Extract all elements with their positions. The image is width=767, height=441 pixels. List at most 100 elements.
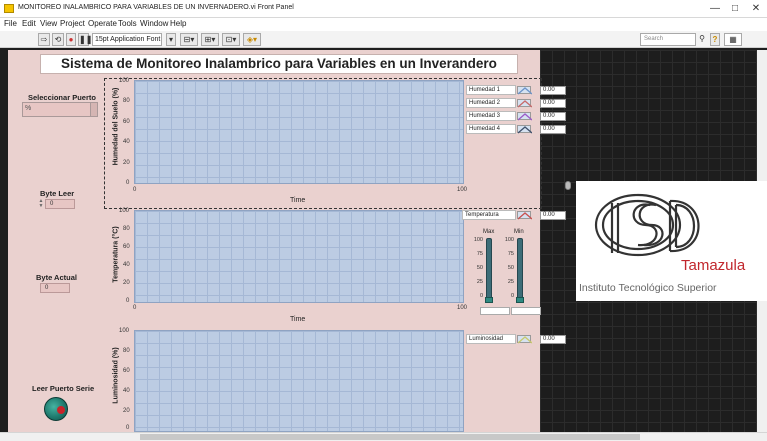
close-button[interactable]: ✕: [746, 2, 766, 16]
labview-front-panel-window: MONITOREO INALAMBRICO PARA VARIABLES DE …: [0, 0, 767, 441]
thermo-min-label: Min: [514, 229, 524, 235]
tick-label: 100: [457, 187, 468, 193]
splitter-knob[interactable]: [565, 181, 571, 190]
menu-bar: File Edit View Project Operate Tools Win…: [0, 18, 767, 31]
search-icon[interactable]: ⚲: [697, 33, 707, 46]
legend-line-icon[interactable]: [517, 86, 532, 95]
tick-label: 100: [119, 208, 130, 214]
leer-puerto-button[interactable]: [44, 397, 68, 421]
legend-humedad-3: Humedad 3: [466, 111, 516, 121]
run-continuously-icon[interactable]: ⟲: [52, 33, 64, 46]
menu-tools[interactable]: Tools: [118, 19, 137, 28]
institution-logo: Tamazula Instituto Tecnológico Superior: [576, 181, 767, 301]
tick-label: 40: [123, 262, 130, 268]
tick-label: 40: [123, 388, 130, 394]
menu-view[interactable]: View: [40, 19, 57, 28]
legend-line-icon[interactable]: [517, 211, 532, 220]
menu-edit[interactable]: Edit: [22, 19, 36, 28]
tick-label: 80: [123, 226, 130, 232]
byte-actual-label: Byte Actual: [36, 273, 77, 282]
thermo-tick: 100: [504, 237, 514, 243]
legend-humedad-2: Humedad 2: [466, 98, 516, 108]
font-selector[interactable]: 15pt Application Font: [92, 33, 162, 46]
logo-name: Tamazula: [681, 257, 746, 274]
legend-line-icon[interactable]: [517, 125, 532, 134]
temperatura-plot-area[interactable]: [134, 210, 464, 303]
thermo-max-label: Max: [483, 229, 495, 235]
toolbar: ⇨ ⟲ ● ❚❚ 15pt Application Font ▾ ⊟▾ ⊞▾ ⊡…: [0, 31, 767, 48]
serial-port-selector[interactable]: %: [22, 102, 98, 117]
temperatura-value: 0.00: [540, 211, 566, 220]
reorder-icon[interactable]: ◈▾: [243, 33, 261, 46]
horizontal-scrollbar[interactable]: [0, 432, 767, 441]
tick-label: 0: [133, 187, 137, 193]
tick-label: 20: [123, 408, 130, 414]
abort-icon[interactable]: ●: [66, 33, 76, 46]
menu-project[interactable]: Project: [60, 19, 85, 28]
port-browse-button[interactable]: [90, 103, 97, 116]
run-arrow-icon[interactable]: ⇨: [38, 33, 50, 46]
tick-label: 80: [123, 348, 130, 354]
humedad-3-value: 0.00: [540, 112, 566, 121]
align-objects-icon[interactable]: ⊟▾: [180, 33, 198, 46]
byte-leer-label: Byte Leer: [40, 189, 75, 198]
thermo-min-display: [511, 307, 541, 315]
menu-operate[interactable]: Operate: [88, 19, 117, 28]
tick-label: 40: [123, 139, 130, 145]
labview-app-icon: [4, 4, 14, 13]
temperatura-y-axis-label: Temperatura (°C): [112, 226, 120, 283]
humedad-1-value: 0.00: [540, 86, 566, 95]
port-label: Seleccionar Puerto: [28, 93, 96, 102]
luminosidad-value: 0.00: [540, 335, 566, 344]
thermo-max-tube: [486, 238, 492, 300]
luminosidad-plot-area[interactable]: [134, 330, 464, 432]
menu-window[interactable]: Window: [140, 19, 168, 28]
menu-file[interactable]: File: [4, 19, 17, 28]
tick-label: 60: [123, 244, 130, 250]
byte-leer-input[interactable]: 0: [45, 199, 75, 209]
thermo-tick: 0: [479, 293, 483, 299]
byte-leer-spinner[interactable]: ▲ ▼: [38, 199, 44, 209]
font-dropdown-arrow-icon[interactable]: ▾: [166, 33, 176, 46]
tick-label: 0: [126, 425, 130, 431]
tick-label: 20: [123, 280, 130, 286]
port-glyph: %: [25, 105, 32, 112]
humedad-plot-area[interactable]: [134, 80, 464, 184]
led-dot: [57, 406, 65, 414]
thermo-tick: 50: [476, 265, 483, 271]
title-bar: MONITOREO INALAMBRICO PARA VARIABLES DE …: [0, 0, 767, 18]
search-input[interactable]: Search: [640, 33, 696, 46]
humedad-x-axis-label: Time: [290, 197, 306, 204]
luminosidad-y-axis-label: Luminosidad (%): [112, 347, 120, 404]
tick-label: 60: [123, 119, 130, 125]
menu-help[interactable]: Help: [170, 19, 186, 28]
scrollbar-thumb[interactable]: [140, 434, 640, 440]
thermo-max-bulb: [485, 297, 493, 303]
tick-label: 100: [457, 305, 468, 311]
legend-line-icon[interactable]: [517, 99, 532, 108]
legend-line-icon[interactable]: [517, 112, 532, 121]
legend-humedad-1: Humedad 1: [466, 85, 516, 95]
tick-label: 100: [119, 78, 130, 84]
connector-pane-icon[interactable]: ▦: [724, 33, 742, 46]
thermo-tick: 25: [507, 279, 514, 285]
tick-label: 60: [123, 368, 130, 374]
humedad-4-value: 0.00: [540, 125, 566, 134]
thermo-min-bulb: [516, 297, 524, 303]
help-icon[interactable]: ?: [710, 33, 720, 46]
distribute-objects-icon[interactable]: ⊞▾: [201, 33, 219, 46]
minimize-button[interactable]: —: [705, 2, 725, 16]
thermo-min-tube: [517, 238, 523, 300]
maximize-button[interactable]: □: [725, 2, 745, 16]
resize-objects-icon[interactable]: ⊡▾: [222, 33, 240, 46]
thermo-tick: 25: [476, 279, 483, 285]
tick-label: 80: [123, 98, 130, 104]
tick-label: 0: [126, 298, 130, 304]
pause-icon[interactable]: ❚❚: [78, 33, 92, 46]
thermo-tick: 50: [507, 265, 514, 271]
temperatura-x-axis-label: Time: [290, 316, 306, 323]
tick-label: 20: [123, 160, 130, 166]
legend-line-icon[interactable]: [517, 335, 532, 344]
leer-puerto-label: Leer Puerto Serie: [32, 384, 95, 393]
thermo-max-display: [480, 307, 510, 315]
